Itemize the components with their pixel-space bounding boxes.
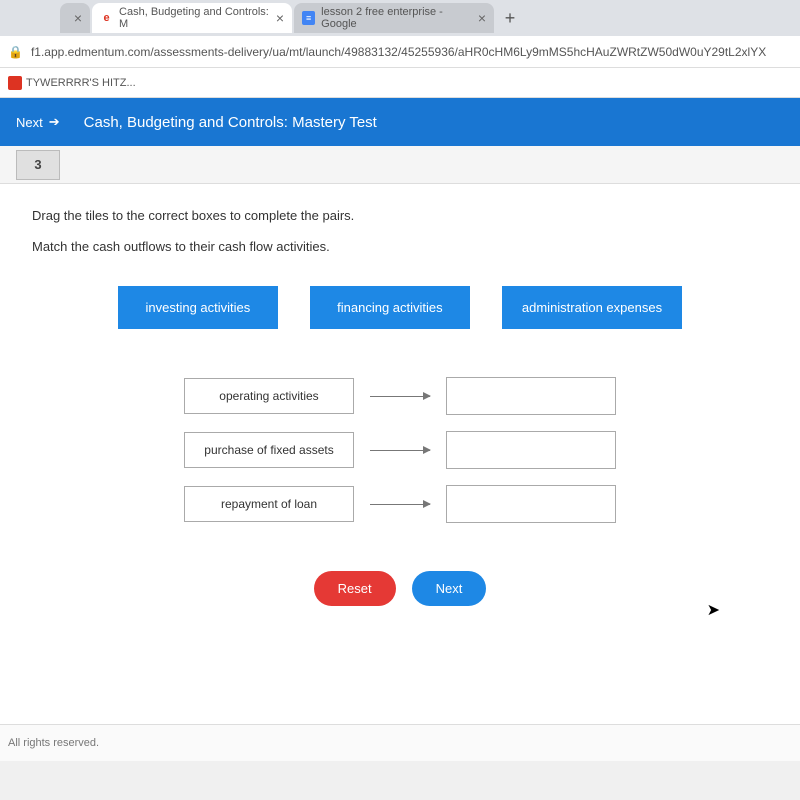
drop-zone[interactable] — [446, 431, 616, 469]
tiles-row: investing activities financing activitie… — [32, 286, 768, 329]
drop-zone[interactable] — [446, 377, 616, 415]
arrow-icon — [370, 504, 430, 505]
edmentum-icon: e — [100, 11, 113, 25]
close-icon[interactable]: × — [478, 10, 486, 26]
pair-row: purchase of fixed assets — [184, 431, 616, 469]
bookmarks-bar: TYWERRRR'S HITZ... — [0, 68, 800, 98]
instruction-primary: Drag the tiles to the correct boxes to c… — [32, 208, 768, 223]
pair-label-fixed-assets: purchase of fixed assets — [184, 432, 354, 468]
pair-row: operating activities — [184, 377, 616, 415]
reset-button[interactable]: Reset — [314, 571, 396, 606]
lock-icon: 🔒 — [8, 45, 23, 59]
bookmark-icon — [8, 76, 22, 90]
question-bar: 3 — [0, 146, 800, 184]
nav-next-button[interactable]: Next ➔ — [16, 114, 60, 130]
close-icon[interactable]: × — [74, 10, 82, 26]
url-text[interactable]: f1.app.edmentum.com/assessments-delivery… — [31, 45, 792, 59]
browser-tabs: × e Cash, Budgeting and Controls: M × ≡ … — [0, 0, 800, 36]
pair-label-loan: repayment of loan — [184, 486, 354, 522]
drop-zone[interactable] — [446, 485, 616, 523]
nav-label: Next — [16, 115, 43, 130]
question-number-tab[interactable]: 3 — [16, 150, 60, 180]
arrow-right-icon: ➔ — [49, 114, 60, 130]
new-tab-button[interactable]: + — [496, 4, 524, 32]
tile-financing[interactable]: financing activities — [310, 286, 470, 329]
app-header: Next ➔ Cash, Budgeting and Controls: Mas… — [0, 98, 800, 146]
cursor-icon: ➤ — [707, 600, 720, 620]
address-bar: 🔒 f1.app.edmentum.com/assessments-delive… — [0, 36, 800, 68]
tile-investing[interactable]: investing activities — [118, 286, 278, 329]
close-icon[interactable]: × — [276, 10, 284, 26]
tab-label: lesson 2 free enterprise - Google — [321, 6, 472, 30]
pair-label-operating: operating activities — [184, 378, 354, 414]
tab-inactive[interactable]: × — [60, 3, 90, 33]
tile-admin[interactable]: administration expenses — [502, 286, 682, 329]
pair-row: repayment of loan — [184, 485, 616, 523]
action-row: Reset Next — [32, 571, 768, 606]
tab-google[interactable]: ≡ lesson 2 free enterprise - Google × — [294, 3, 494, 33]
bookmark-item[interactable]: TYWERRRR'S HITZ... — [8, 76, 136, 90]
arrow-icon — [370, 396, 430, 397]
page-title: Cash, Budgeting and Controls: Mastery Te… — [84, 114, 377, 131]
arrow-icon — [370, 450, 430, 451]
pairs-area: operating activities purchase of fixed a… — [32, 377, 768, 523]
tab-edmentum[interactable]: e Cash, Budgeting and Controls: M × — [92, 3, 292, 33]
next-button[interactable]: Next — [412, 571, 487, 606]
instruction-secondary: Match the cash outflows to their cash fl… — [32, 239, 768, 254]
google-docs-icon: ≡ — [302, 11, 315, 25]
bookmark-label: TYWERRRR'S HITZ... — [26, 77, 136, 89]
question-content: Drag the tiles to the correct boxes to c… — [0, 184, 800, 724]
tab-label: Cash, Budgeting and Controls: M — [119, 6, 270, 30]
footer: All rights reserved. — [0, 724, 800, 761]
